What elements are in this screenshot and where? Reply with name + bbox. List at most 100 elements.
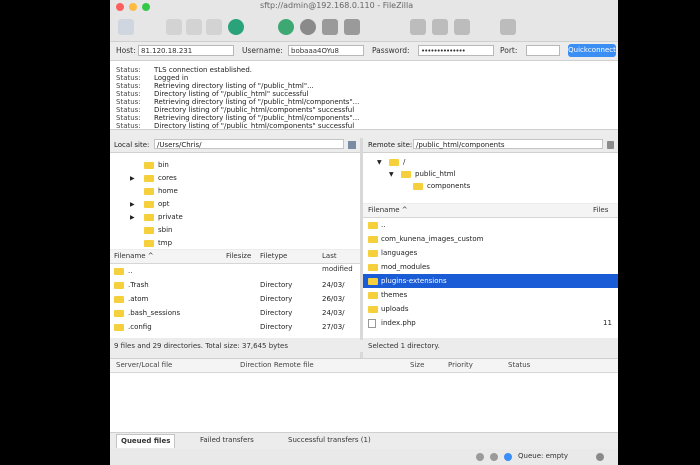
expand-arrow-icon[interactable]: ▶ (130, 212, 144, 224)
local-tree-item[interactable]: bin (130, 159, 169, 171)
remote-file-row[interactable]: uploads (363, 302, 618, 316)
folder-icon (144, 213, 154, 221)
queue-col-status[interactable]: Status (508, 359, 530, 372)
folder-icon (144, 226, 154, 234)
log-line-message: Retrieving directory listing of "/public… (154, 82, 314, 90)
host-label: Host: (116, 46, 136, 55)
remote-col-filename[interactable]: Filename ^ (368, 204, 408, 217)
remote-tree-item[interactable]: ▼ public_html (389, 168, 456, 180)
folder-icon (368, 250, 378, 257)
search-icon[interactable] (500, 19, 516, 35)
local-col-filesize[interactable]: Filesize (226, 250, 251, 263)
local-file-name: .bash_sessions (128, 309, 181, 317)
remote-file-row[interactable]: .. (363, 218, 618, 232)
remote-file-row[interactable]: index.php 11 (363, 316, 618, 330)
expand-arrow-icon[interactable]: ▶ (130, 199, 144, 211)
remote-file-name: mod_modules (381, 263, 430, 271)
minimize-window-button[interactable] (129, 3, 137, 11)
local-file-row[interactable]: .atom Directory 26/03/ (110, 292, 360, 306)
quickconnect-bar: Host: 81.120.18.231 Username: bobaaa4OYu… (110, 42, 618, 61)
local-col-filetype[interactable]: Filetype (260, 250, 287, 263)
queue-col-priority[interactable]: Priority (448, 359, 473, 372)
message-log: Status: TLS connection established. Status… (110, 61, 618, 130)
site-manager-icon[interactable] (118, 19, 134, 35)
quickconnect-button[interactable]: Quickconnect (568, 44, 616, 57)
local-tree-label: bin (158, 161, 169, 169)
local-file-modified: 26/03/ (322, 295, 345, 303)
compare-directories-icon[interactable] (410, 19, 426, 35)
activity-icon (490, 453, 498, 461)
queue-status-icon (596, 453, 604, 461)
remote-tree-item[interactable]: components (401, 180, 470, 192)
sync-browsing-icon[interactable] (432, 19, 448, 35)
username-input[interactable]: bobaaa4OYu8 (288, 45, 364, 56)
expand-arrow-icon[interactable]: ▼ (389, 169, 401, 181)
close-window-button[interactable] (116, 3, 124, 11)
local-file-row[interactable]: .. (110, 264, 360, 278)
remote-file-name: com_kunena_images_custom (381, 235, 484, 243)
log-line: Status: Directory listing of "/public_htm… (116, 122, 355, 130)
local-file-row[interactable]: .Trash Directory 24/03/ (110, 278, 360, 292)
local-site-dropdown-icon[interactable] (348, 141, 356, 149)
pane-splitter[interactable] (360, 138, 363, 358)
expand-arrow-icon[interactable]: ▶ (130, 173, 144, 185)
local-col-filename[interactable]: Filename ^ (114, 250, 154, 263)
reconnect-icon[interactable] (344, 19, 360, 35)
local-tree-item[interactable]: sbin (130, 224, 172, 236)
toggle-remote-tree-icon[interactable] (206, 19, 222, 35)
log-line: Status: Directory listing of "/public_htm… (116, 90, 309, 98)
remote-site-path-input[interactable]: /public_html/components (413, 139, 603, 149)
local-tree-item[interactable]: tmp (130, 237, 172, 249)
folder-icon (144, 239, 154, 247)
local-tree-item[interactable]: ▶ private (130, 211, 183, 223)
local-file-type: Directory (260, 323, 293, 331)
remote-tree-item[interactable]: ▼ / (377, 156, 405, 168)
remote-file-row[interactable]: mod_modules (363, 260, 618, 274)
password-label: Password: (372, 46, 410, 55)
expand-arrow-icon[interactable]: ▼ (377, 157, 389, 169)
local-file-type: Directory (260, 295, 293, 303)
queue-col-size[interactable]: Size (410, 359, 424, 372)
toggle-local-tree-icon[interactable] (186, 19, 202, 35)
local-tree-item[interactable]: home (130, 185, 178, 197)
local-tree-item[interactable]: ▶ opt (130, 198, 169, 210)
tab-failed-transfers[interactable]: Failed transfers (196, 434, 258, 447)
refresh-icon[interactable] (228, 19, 244, 35)
lock-icon (607, 141, 614, 149)
remote-file-row[interactable]: languages (363, 246, 618, 260)
remote-file-size: 11 (603, 319, 612, 327)
zoom-window-button[interactable] (142, 3, 150, 11)
log-line-message: Directory listing of "/public_html/compo… (154, 122, 355, 130)
queue-col-server[interactable]: Server/Local file (116, 359, 172, 372)
host-input[interactable]: 81.120.18.231 (138, 45, 234, 56)
remote-status: Selected 1 directory. (363, 340, 618, 352)
local-file-name: .config (128, 323, 152, 331)
password-input[interactable]: •••••••••••••• (418, 45, 494, 56)
port-input[interactable] (526, 45, 560, 56)
local-site-path-input[interactable]: /Users/Chris/ (154, 139, 344, 149)
local-file-modified: 24/03/ (322, 281, 345, 289)
disconnect-icon[interactable] (322, 19, 338, 35)
remote-file-row[interactable]: themes (363, 288, 618, 302)
local-site-label: Local site: (114, 141, 150, 149)
remote-file-row[interactable]: plugins-extensions (363, 274, 618, 288)
log-line-kind: Status: (116, 98, 141, 106)
local-file-row[interactable]: .config Directory 27/03/ (110, 320, 360, 334)
username-label: Username: (242, 46, 283, 55)
filter-icon[interactable] (454, 19, 470, 35)
toggle-log-icon[interactable] (166, 19, 182, 35)
local-tree-item[interactable]: ▶ cores (130, 172, 177, 184)
tab-successful-transfers[interactable]: Successful transfers (1) (284, 434, 375, 447)
process-queue-icon[interactable] (278, 19, 294, 35)
remote-col-filesize[interactable]: Files (593, 204, 608, 217)
remote-directory-tree: ▼ / ▼ public_html components (363, 153, 618, 203)
remote-site-label: Remote site: (368, 141, 413, 149)
queue-col-direction[interactable]: Direction Remote file (240, 359, 314, 372)
toolbar (110, 13, 618, 42)
tab-queued-files[interactable]: Queued files (116, 434, 176, 448)
local-file-row[interactable]: .bash_sessions Directory 24/03/ (110, 306, 360, 320)
remote-file-row[interactable]: com_kunena_images_custom (363, 232, 618, 246)
encryption-icon (476, 453, 484, 461)
cancel-operation-icon[interactable] (300, 19, 316, 35)
window-title: sftp://admin@192.168.0.110 - FileZilla (260, 1, 414, 10)
